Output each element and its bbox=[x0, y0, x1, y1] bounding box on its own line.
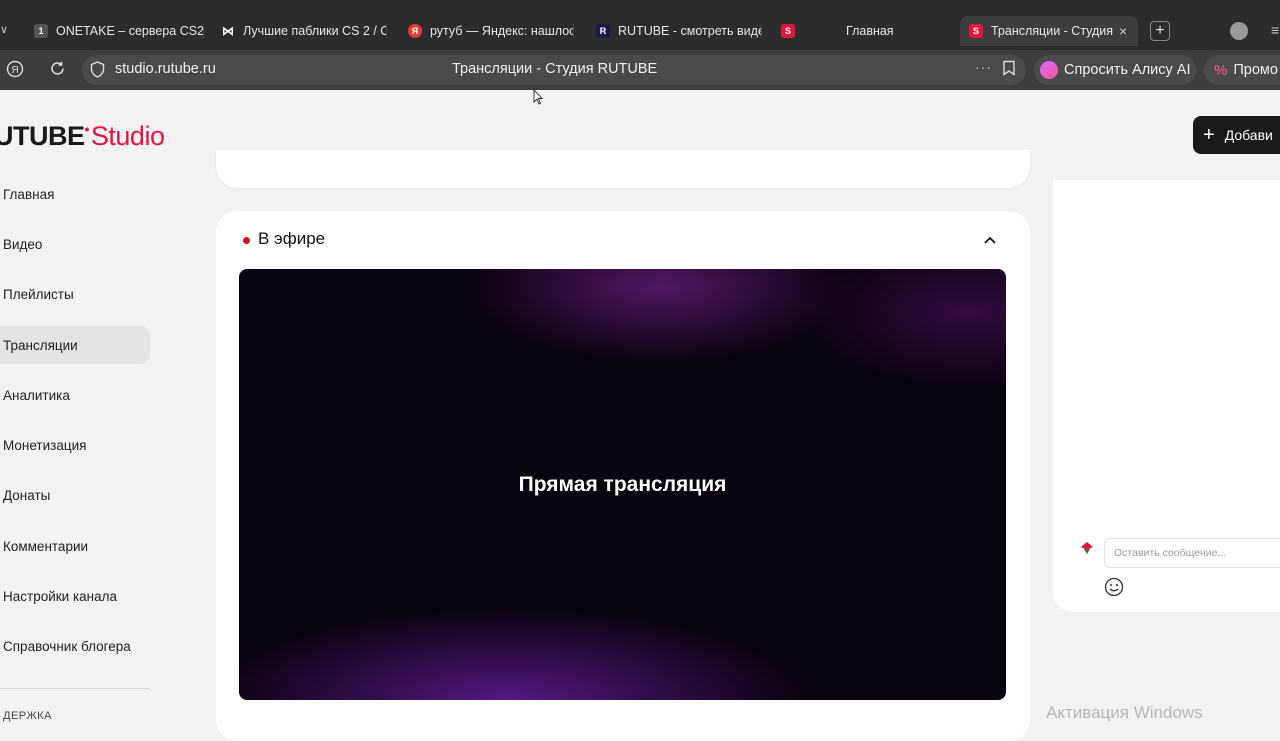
onetake-favicon-icon: 1 bbox=[34, 24, 48, 38]
sidebar-item-label: Настройки канала bbox=[3, 588, 118, 604]
chevron-up-icon[interactable] bbox=[982, 232, 998, 248]
sidebar-item-support[interactable]: ДЕРЖКА bbox=[3, 710, 52, 722]
browser-tab-publics[interactable]: ⋈ Лучшие паблики CS 2 / C bbox=[221, 16, 387, 46]
mouse-cursor-icon bbox=[533, 88, 544, 105]
new-tab-button[interactable]: + bbox=[1150, 21, 1170, 41]
live-player[interactable]: Прямая трансляция bbox=[239, 269, 1006, 700]
ask-alice-label: Спросить Алису AI bbox=[1064, 62, 1191, 78]
studio-favicon-icon: S bbox=[969, 24, 983, 38]
browser-tab-studio-home[interactable]: S Главная bbox=[781, 16, 947, 46]
sidebar-item-label: Главная bbox=[3, 186, 55, 202]
logo-star-icon: • bbox=[84, 121, 90, 137]
sidebar-item-blogger-guide[interactable]: Справочник блогера bbox=[0, 627, 150, 665]
svg-text:Я: Я bbox=[11, 65, 18, 76]
sidebar-item-label: Трансляции bbox=[3, 337, 78, 353]
tab-separator bbox=[573, 24, 574, 38]
sidebar-item-video[interactable]: Видео bbox=[0, 225, 150, 263]
yandex-favicon-icon: Я bbox=[408, 24, 422, 38]
player-placeholder-text: Прямая трансляция bbox=[518, 472, 727, 496]
add-button[interactable]: + Добави bbox=[1193, 116, 1280, 154]
sidebar-item-label: Монетизация bbox=[3, 437, 87, 453]
tab-title: Трансляции - Студия R bbox=[991, 24, 1113, 38]
tab-title: Лучшие паблики CS 2 / C bbox=[243, 24, 387, 38]
logo-studio-text: Studio bbox=[90, 121, 165, 151]
ask-alice-button[interactable]: Спросить Алису AI bbox=[1034, 55, 1196, 85]
tab-separator bbox=[386, 24, 387, 38]
tab-separator bbox=[761, 24, 762, 38]
promo-label: Промо bbox=[1233, 62, 1278, 78]
sidebar-item-analytics[interactable]: Аналитика bbox=[0, 376, 150, 414]
chat-user-avatar bbox=[1079, 540, 1095, 556]
sidebar-item-streams[interactable]: Трансляции bbox=[0, 326, 150, 364]
bookmark-icon[interactable] bbox=[1002, 60, 1016, 76]
browser-tab-rutube[interactable]: R RUTUBE - смотреть виде bbox=[596, 16, 762, 46]
address-page-title: Трансляции - Студия RUTUBE bbox=[452, 61, 658, 77]
sidebar-item-label: Аналитика bbox=[3, 387, 70, 403]
add-button-label: Добави bbox=[1224, 127, 1273, 143]
promo-button[interactable]: % Промо bbox=[1204, 55, 1280, 85]
sidebar-divider bbox=[0, 688, 150, 689]
browser-tab-yandex[interactable]: Я рутуб — Яндекс: нашлос bbox=[408, 16, 574, 46]
tab-title: Главная bbox=[846, 24, 894, 38]
tab-close-icon[interactable]: × bbox=[1119, 23, 1127, 39]
windows-activation-watermark: Активация Windows bbox=[1046, 703, 1203, 722]
browser-tab-streams-active[interactable]: S Трансляции - Студия R × bbox=[960, 16, 1138, 46]
tab-list-chevron-icon[interactable]: ∨ bbox=[0, 23, 8, 36]
alice-icon bbox=[1040, 61, 1058, 79]
plus-icon: + bbox=[1203, 123, 1215, 146]
tab-title: RUTUBE - смотреть виде bbox=[618, 24, 762, 38]
sidebar-item-label: Донаты bbox=[3, 487, 51, 503]
chat-message-input[interactable] bbox=[1104, 538, 1280, 568]
sidebar-item-label: Плейлисты bbox=[3, 286, 74, 302]
sidebar-item-monetization[interactable]: Монетизация bbox=[0, 426, 150, 464]
address-url[interactable]: studio.rutube.ru bbox=[115, 61, 216, 77]
sidebar-item-label: Видео bbox=[3, 236, 43, 252]
previous-card bbox=[216, 150, 1030, 188]
sidebar-item-playlists[interactable]: Плейлисты bbox=[0, 275, 150, 313]
sidebar-item-channel-settings[interactable]: Настройки канала bbox=[0, 577, 150, 615]
logo-wordmark: UTUBE bbox=[0, 121, 85, 151]
sidebar-item-comments[interactable]: Комментарии bbox=[0, 527, 150, 565]
profile-avatar[interactable] bbox=[1230, 22, 1248, 40]
sidebar-item-home[interactable]: Главная bbox=[0, 175, 150, 213]
browser-tab-onetake[interactable]: 1 ONETAKE – сервера CS2 bbox=[34, 16, 204, 46]
tab-separator bbox=[203, 24, 204, 38]
security-shield-icon[interactable] bbox=[90, 61, 105, 83]
browser-menu-icon[interactable]: ≡ bbox=[1271, 22, 1279, 38]
studio-favicon-icon: S bbox=[781, 24, 795, 38]
tab-title: ONETAKE – сервера CS2 bbox=[56, 24, 204, 38]
percent-icon: % bbox=[1214, 61, 1228, 79]
bowtie-favicon-icon: ⋈ bbox=[222, 24, 234, 38]
sidebar-item-label: Комментарии bbox=[3, 538, 89, 554]
yandex-home-icon[interactable]: Я bbox=[6, 60, 24, 83]
more-dots-icon[interactable]: ··· bbox=[975, 59, 992, 75]
live-section-title: В эфире bbox=[258, 229, 326, 248]
reload-icon[interactable] bbox=[49, 60, 66, 82]
live-indicator-dot bbox=[243, 237, 250, 244]
emoji-icon[interactable] bbox=[1104, 577, 1124, 597]
sidebar-item-label: Справочник блогера bbox=[3, 638, 131, 654]
tab-title: рутуб — Яндекс: нашлос bbox=[430, 24, 574, 38]
rutube-favicon-icon: R bbox=[596, 24, 610, 38]
sidebar-item-donations[interactable]: Донаты bbox=[0, 476, 150, 514]
rutube-studio-logo[interactable]: UTUBE•Studio bbox=[0, 121, 165, 152]
